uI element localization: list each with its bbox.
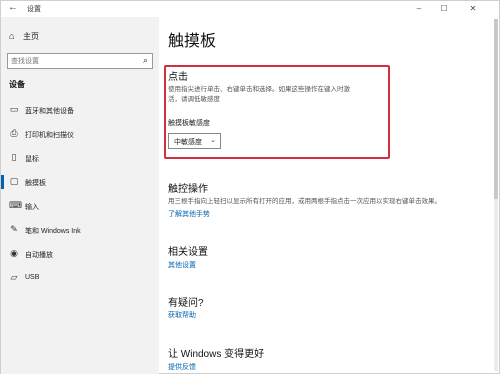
sidebar-home-label: 主页: [23, 32, 39, 41]
search-input[interactable]: [11, 56, 131, 67]
sidebar-item-label: 蓝牙和其他设备: [25, 108, 74, 115]
sidebar-home[interactable]: ⌂ 主页: [9, 31, 39, 42]
close-button[interactable]: ✕: [462, 2, 484, 16]
sidebar-item-bluetooth[interactable]: ▭ 蓝牙和其他设备: [1, 99, 159, 121]
arrow-left-icon[interactable]: ←: [8, 2, 18, 13]
search-icon[interactable]: ⌕: [143, 55, 148, 66]
give-feedback-link[interactable]: 提供反馈: [168, 362, 196, 372]
mouse-icon: ▯: [11, 152, 17, 162]
sidebar-item-label: 打印机和扫描仪: [25, 132, 74, 139]
improve-windows-heading: 让 Windows 变得更好: [168, 349, 265, 360]
search-box[interactable]: ⌕: [7, 53, 153, 69]
sidebar-item-touchpad[interactable]: ▢ 触摸板: [1, 171, 159, 193]
questions-heading: 有疑问?: [168, 298, 204, 309]
more-gestures-link[interactable]: 了解其他手势: [168, 209, 210, 219]
home-icon: ⌂: [9, 31, 15, 41]
scrollbar-thumb[interactable]: [494, 19, 498, 199]
autoplay-icon: ◉: [10, 248, 18, 258]
related-settings-heading: 相关设置: [168, 247, 208, 258]
sidebar-item-pen[interactable]: ✎ 笔和 Windows Ink: [1, 219, 159, 241]
section-title: 设备: [9, 80, 25, 89]
sidebar-item-label: 笔和 Windows Ink: [25, 228, 81, 235]
gestures-heading: 触控操作: [168, 184, 208, 195]
sensitivity-value: 中敏感度: [174, 139, 202, 146]
minimize-button[interactable]: –: [408, 2, 430, 16]
sidebar-item-typing[interactable]: ⌨ 输入: [1, 195, 159, 217]
tap-description-line2: 活，请调低敏感度: [168, 96, 220, 103]
pen-icon: ✎: [10, 224, 18, 234]
settings-window: ← 设置 – ☐ ✕ ⌂主页 ⌕ 设备 ▭ 蓝牙和其他设备 ⎙ 打印机和扫描仪 …: [0, 0, 500, 374]
sidebar-item-label: 触摸板: [25, 180, 46, 187]
sidebar-item-label: 输入: [25, 204, 39, 211]
gestures-description: 用三根手指向上轻扫以显示所有打开的应用，或用两根手指点击一次应用以实现右键单击效…: [168, 198, 441, 205]
sidebar-item-printers[interactable]: ⎙ 打印机和扫描仪: [1, 123, 159, 145]
tap-description-line1: 使用指尖进行单击、右键单击和选择。如果这些操作在键入时激: [168, 86, 350, 93]
sidebar-item-label: 自动播放: [25, 252, 53, 259]
sidebar: ⌂主页 ⌕ 设备 ▭ 蓝牙和其他设备 ⎙ 打印机和扫描仪 ▯ 鼠标 ▢ 触摸板 …: [1, 17, 159, 374]
sidebar-item-label: 鼠标: [25, 156, 39, 163]
usb-icon: ▱: [10, 272, 18, 282]
main-content: 触摸板 点击 使用指尖进行单击、右键单击和选择。如果这些操作在键入时激 活，请调…: [159, 17, 499, 374]
get-help-link[interactable]: 获取帮助: [168, 310, 196, 320]
active-indicator: [1, 175, 4, 189]
scrollbar[interactable]: [494, 19, 498, 371]
sidebar-item-mouse[interactable]: ▯ 鼠标: [1, 147, 159, 169]
bluetooth-icon: ▭: [9, 104, 19, 114]
sensitivity-label: 触摸板敏感度: [168, 120, 210, 127]
sidebar-item-label: USB: [25, 274, 40, 281]
maximize-button[interactable]: ☐: [433, 2, 455, 16]
keyboard-icon: ⌨: [9, 200, 22, 210]
title-bar: ← 设置 – ☐ ✕: [1, 1, 499, 17]
sensitivity-dropdown[interactable]: 中敏感度 ⌄: [168, 133, 221, 149]
additional-settings-link[interactable]: 其他设置: [168, 260, 196, 270]
page-title: 触摸板: [168, 33, 217, 50]
sidebar-item-usb[interactable]: ▱ USB: [1, 267, 159, 289]
touchpad-icon: ▢: [9, 176, 19, 186]
sidebar-item-autoplay[interactable]: ◉ 自动播放: [1, 243, 159, 265]
window-title: 设置: [27, 6, 41, 13]
printer-icon: ⎙: [10, 128, 18, 138]
chevron-down-icon: ⌄: [210, 137, 216, 144]
tap-heading: 点击: [168, 72, 188, 83]
